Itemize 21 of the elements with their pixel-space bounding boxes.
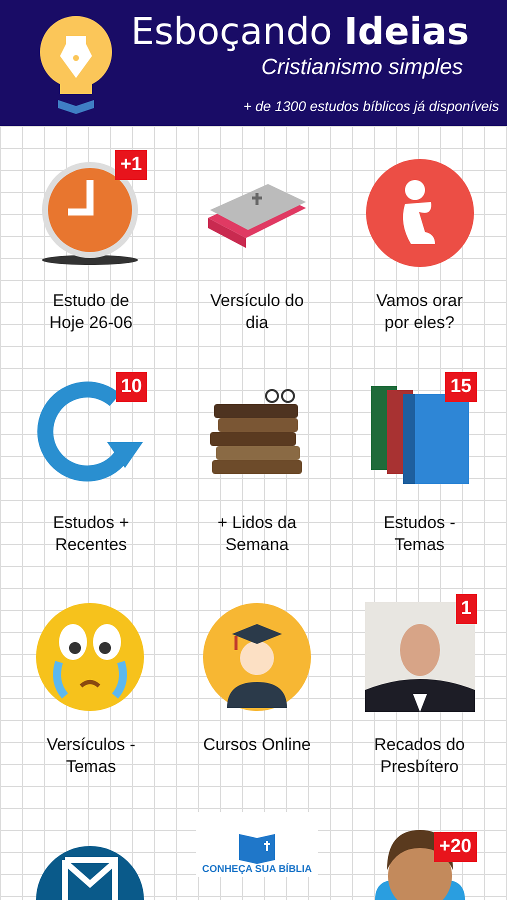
count-badge: 15 [445,372,476,402]
tile-label[interactable]: Estudos + Recentes [52,512,130,556]
tile-label[interactable]: Versículo do dia [210,290,304,334]
count-badge: 10 [116,372,147,402]
praying-figure-icon[interactable] [364,158,474,268]
logo-text: CONHEÇA SUA BÍBLIA [202,864,312,875]
tagline: + de 1300 estudos bíblicos já disponíveis [243,98,499,114]
tile-label[interactable]: Recados do Presbítero [374,734,465,778]
app-title: Esboçando Ideias [130,10,469,54]
count-badge: 1 [456,594,476,624]
tile-label[interactable]: Vamos orar por eles? [376,290,463,334]
count-badge: +20 [434,832,476,862]
graduate-icon[interactable] [202,602,312,712]
tile-label[interactable]: Cursos Online [203,734,311,756]
app-subtitle: Cristianismo simples [261,54,463,80]
tile-label[interactable]: + Lidos da Semana [218,512,296,556]
tile-label[interactable]: Estudo de Hoje 26-06 [49,290,133,334]
tile-label[interactable]: Estudos - Temas [384,512,456,556]
crying-emoji-icon[interactable] [35,602,145,712]
count-badge: +1 [115,150,147,180]
tile-label[interactable]: Versículos - Temas [46,734,136,778]
